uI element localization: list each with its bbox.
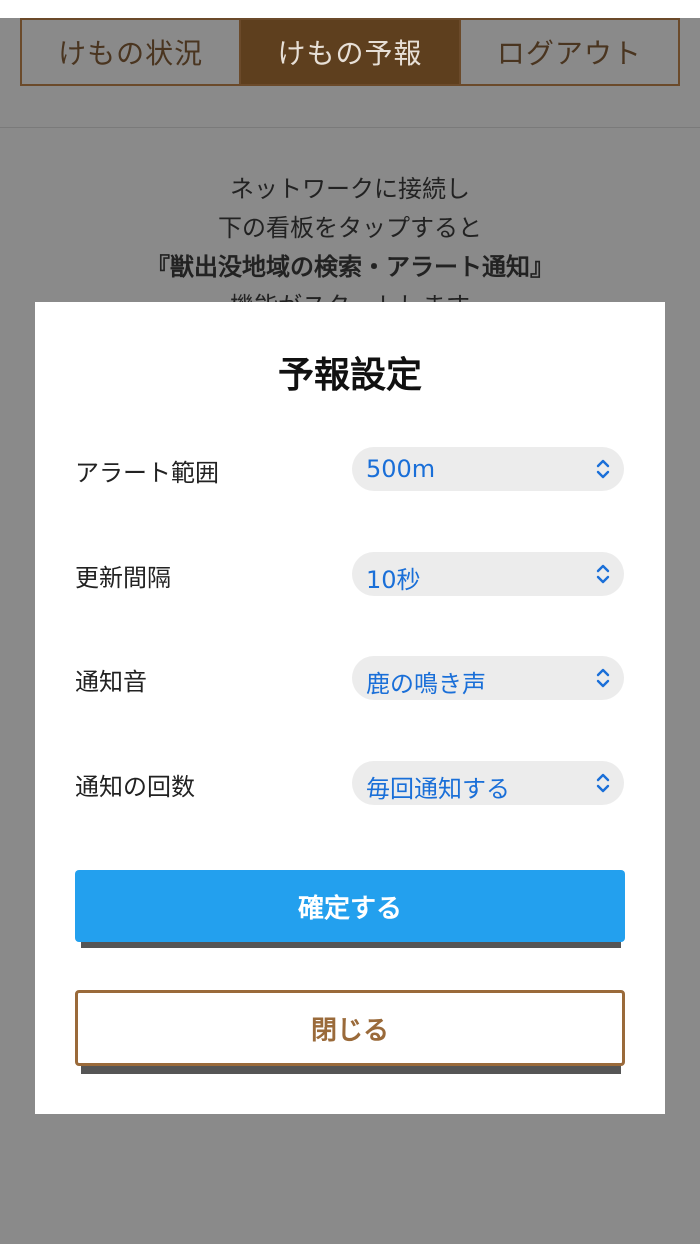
setting-label-alert-range: アラート範囲 [75,459,219,487]
chevron-up-down-icon [596,773,610,793]
setting-label-update-interval: 更新間隔 [75,564,171,592]
tab-bar: けもの状況 けもの予報 ログアウト [20,18,680,86]
instruction-line-3: 『獣出没地域の検索・アラート通知』 [146,253,554,281]
close-button[interactable]: 閉じる [75,990,625,1066]
modal-title: 予報設定 [277,355,422,396]
forecast-settings-modal: 予報設定 アラート範囲 500m 更新間隔 10秒 通知音 鹿の鳴き声 通知の回… [35,302,665,1114]
setting-label-notification-sound: 通知音 [75,668,147,696]
notification-sound-select[interactable]: 鹿の鳴き声 [352,656,624,700]
confirm-button[interactable]: 確定する [75,870,625,942]
update-interval-select[interactable]: 10秒 [352,552,624,596]
setting-row-notification-sound: 通知音 鹿の鳴き声 [35,656,665,702]
chevron-up-down-icon [596,564,610,584]
update-interval-value: 10秒 [366,566,421,594]
tab-kemono-status[interactable]: けもの状況 [22,20,239,84]
setting-label-notification-count: 通知の回数 [75,773,195,801]
chevron-up-down-icon [596,668,610,688]
tab-kemono-forecast[interactable]: けもの予報 [239,20,459,84]
setting-row-update-interval: 更新間隔 10秒 [35,552,665,598]
setting-row-alert-range: アラート範囲 500m [35,447,665,493]
alert-range-value: 500m [366,455,436,483]
notification-sound-value: 鹿の鳴き声 [366,670,486,698]
instruction-line-1: ネットワークに接続し [230,175,470,203]
notification-count-select[interactable]: 毎回通知する [352,761,624,805]
alert-range-select[interactable]: 500m [352,447,624,491]
status-bar [0,0,700,18]
notification-count-value: 毎回通知する [366,775,510,803]
tab-logout[interactable]: ログアウト [458,20,678,84]
setting-row-notification-count: 通知の回数 毎回通知する [35,761,665,807]
instruction-line-2: 下の看板をタップすると [218,214,482,242]
close-button-shadow [81,1066,621,1074]
app-screen: けもの状況 けもの予報 ログアウト ネットワークに接続し 下の看板をタップすると… [0,0,700,1244]
chevron-up-down-icon [596,459,610,479]
